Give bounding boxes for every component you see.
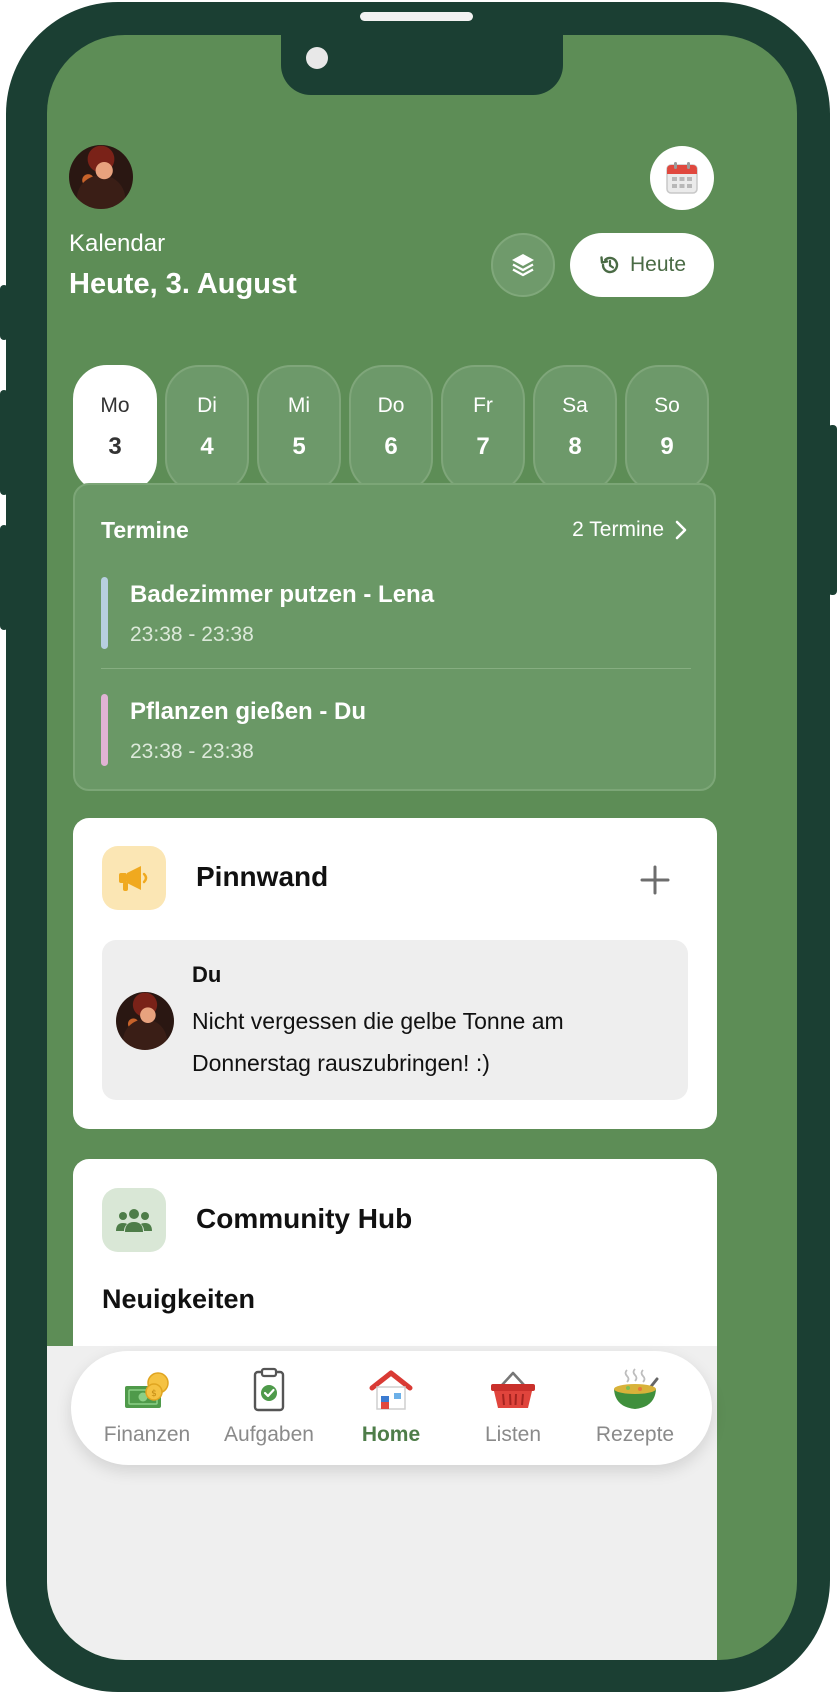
layers-icon: [512, 254, 534, 277]
soup-bowl-icon: [614, 1368, 659, 1409]
day-so[interactable]: So 9: [625, 365, 709, 493]
pinboard-title: Pinnwand: [196, 861, 329, 892]
side-button-left-3: [0, 525, 8, 630]
appointment-title: Pflanzen gießen - Du: [130, 698, 367, 725]
bottom-navigation: $ Finanzen Aufgaben Home Listen Rezepte: [71, 1351, 712, 1465]
appointment-title: Badezimmer putzen - Lena: [130, 581, 435, 608]
pinboard-note[interactable]: Du Nicht vergessen die gelbe Tonne am Do…: [102, 940, 688, 1100]
day-number: 5: [292, 433, 306, 460]
day-sa[interactable]: Sa 8: [533, 365, 617, 493]
day-name: Fr: [473, 394, 493, 417]
today-button[interactable]: Heute: [570, 233, 714, 297]
pinboard-card: Pinnwand Du Nicht vergessen die gelbe To…: [73, 818, 717, 1129]
nav-label: Listen: [484, 1423, 542, 1446]
calendar-icon: [666, 162, 698, 194]
side-button-right: [828, 425, 837, 595]
nav-item-aufgaben[interactable]: Aufgaben: [205, 1351, 333, 1465]
nav-label: Aufgaben: [224, 1423, 314, 1446]
appointment-color-bar: [101, 694, 108, 766]
appointment-time: 23:38 - 23:38: [130, 623, 254, 646]
note-text-line-2: Donnerstag rauszubringen! :): [192, 1050, 490, 1076]
calendar-button[interactable]: [650, 146, 714, 210]
day-number: 4: [200, 433, 214, 460]
day-number: 8: [568, 433, 582, 460]
clipboard-icon: [253, 1367, 285, 1412]
day-di[interactable]: Di 4: [165, 365, 249, 493]
people-icon: [116, 1209, 152, 1232]
nav-label: Home: [361, 1423, 421, 1446]
note-text-line-1: Nicht vergessen die gelbe Tonne am: [192, 1008, 564, 1034]
appointment-divider: [101, 668, 691, 669]
note-author: Du: [192, 962, 222, 987]
appointments-count-link[interactable]: 2 Termine: [572, 518, 690, 542]
day-fr[interactable]: Fr 7: [441, 365, 525, 493]
community-title: Community Hub: [196, 1203, 413, 1234]
money-icon: $: [125, 1372, 169, 1408]
basket-icon: [491, 1371, 535, 1408]
nav-item-home[interactable]: Home: [327, 1351, 455, 1465]
community-subtitle: Neuigkeiten: [102, 1284, 256, 1314]
appointment-item[interactable]: Pflanzen gießen - Du 23:38 - 23:38: [101, 694, 691, 766]
day-name: Do: [377, 394, 405, 417]
camera-dot: [306, 47, 328, 69]
history-icon: [600, 256, 619, 274]
day-name: Sa: [562, 394, 588, 417]
appointment-color-bar: [101, 577, 108, 649]
day-number: 7: [476, 433, 490, 460]
app-screen: Kalendar Heute, 3. August Heute Mo 3 Di …: [47, 35, 797, 1660]
appointments-count: 2 Termine: [572, 518, 664, 541]
appointment-time: 23:38 - 23:38: [130, 740, 254, 763]
side-button-left-2: [0, 390, 8, 495]
layers-button[interactable]: [491, 233, 555, 297]
notch: [281, 35, 563, 95]
day-do[interactable]: Do 6: [349, 365, 433, 493]
appointment-item[interactable]: Badezimmer putzen - Lena 23:38 - 23:38: [101, 577, 691, 649]
day-name: Di: [197, 394, 217, 417]
page-title: Heute, 3. August: [69, 268, 297, 300]
pinboard-icon-badge: [102, 846, 166, 910]
day-number: 3: [108, 433, 122, 460]
nav-item-finanzen[interactable]: $ Finanzen: [83, 1351, 211, 1465]
day-name: Mo: [100, 394, 130, 417]
day-number: 9: [660, 433, 674, 460]
nav-item-rezepte[interactable]: Rezepte: [571, 1351, 699, 1465]
community-icon-badge: [102, 1188, 166, 1252]
section-label: Kalendar: [69, 230, 166, 257]
add-note-button[interactable]: [633, 858, 677, 902]
svg-text:$: $: [151, 1389, 157, 1399]
house-icon: [369, 1370, 413, 1410]
nav-label: Finanzen: [103, 1423, 191, 1446]
side-button-left-1: [0, 285, 8, 340]
day-mo[interactable]: Mo 3: [73, 365, 157, 493]
day-number: 6: [384, 433, 398, 460]
today-button-label: Heute: [629, 253, 687, 276]
appointments-title: Termine: [101, 517, 189, 543]
plus-icon: [640, 865, 670, 895]
day-mi[interactable]: Mi 5: [257, 365, 341, 493]
day-name: Mi: [287, 394, 311, 417]
note-author-avatar: [116, 992, 174, 1050]
nav-item-listen[interactable]: Listen: [449, 1351, 577, 1465]
speaker-grille: [360, 12, 473, 21]
day-name: So: [654, 394, 680, 417]
appointments-card: Termine 2 Termine Badezimmer putzen - Le…: [73, 483, 716, 791]
user-avatar[interactable]: [69, 145, 133, 209]
chevron-right-icon: [675, 520, 687, 540]
nav-label: Rezepte: [595, 1423, 675, 1446]
megaphone-icon: [119, 866, 148, 891]
